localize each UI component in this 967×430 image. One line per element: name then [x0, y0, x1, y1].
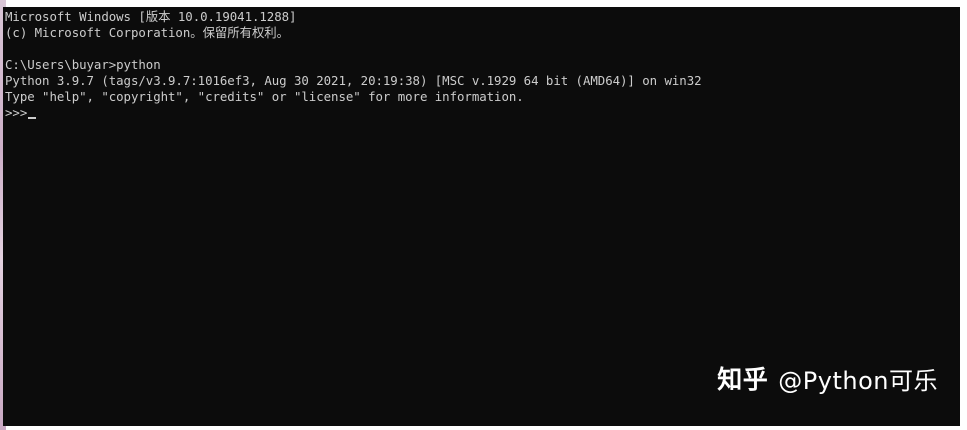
console-line-6: Type "help", "copyright", "credits" or "… [5, 89, 524, 104]
console-line-1: Microsoft Windows [版本 10.0.19041.1288] [5, 9, 297, 24]
console-line-2: (c) Microsoft Corporation。保留所有权利。 [5, 25, 289, 40]
command-prompt-window[interactable]: Microsoft Windows [版本 10.0.19041.1288] (c… [3, 7, 960, 426]
console-line-4: C:\Users\buyar>python [5, 57, 161, 72]
console-output[interactable]: Microsoft Windows [版本 10.0.19041.1288] (c… [5, 9, 702, 121]
zhihu-watermark: 知乎 @Python可乐 [717, 360, 938, 396]
text-cursor [28, 117, 37, 119]
screenshot-frame: Microsoft Windows [版本 10.0.19041.1288] (c… [0, 0, 967, 430]
window-right-edge [960, 0, 967, 430]
python-prompt: >>> [5, 105, 28, 120]
author-handle: @Python可乐 [778, 366, 938, 395]
python-prompt-line[interactable]: >>> [5, 105, 702, 121]
console-line-5: Python 3.9.7 (tags/v3.9.7:1016ef3, Aug 3… [5, 73, 702, 88]
zhihu-logo: 知乎 [717, 365, 769, 394]
console-line-3 [5, 41, 702, 57]
